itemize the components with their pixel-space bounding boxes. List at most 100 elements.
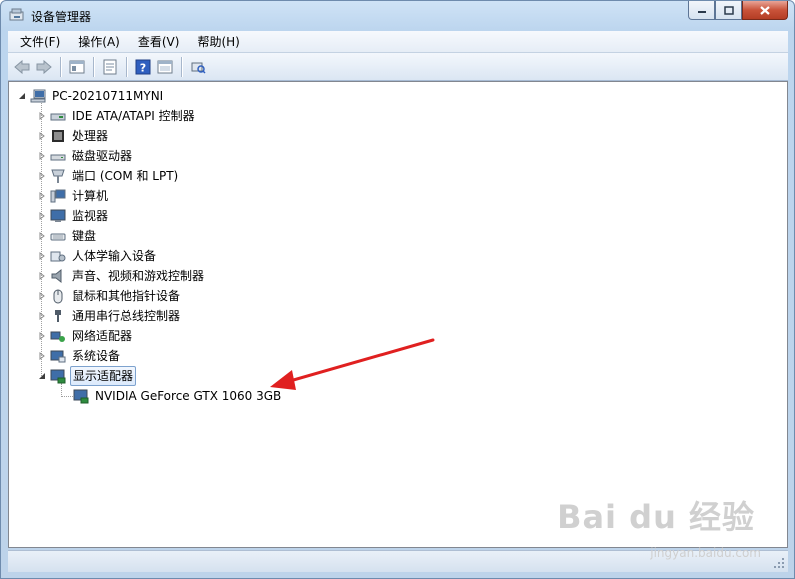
title-bar: 设备管理器 xyxy=(1,1,794,31)
tree-device[interactable]: NVIDIA GeForce GTX 1060 3GB xyxy=(73,386,283,406)
expand-icon[interactable] xyxy=(37,131,47,141)
tree-category[interactable]: IDE ATA/ATAPI 控制器 xyxy=(37,106,197,126)
expand-icon[interactable] xyxy=(37,351,47,361)
expand-icon[interactable] xyxy=(37,151,47,161)
tree-category-label: 鼠标和其他指针设备 xyxy=(72,289,181,303)
menu-bar: 文件(F) 操作(A) 查看(V) 帮助(H) xyxy=(8,31,788,53)
minimize-icon xyxy=(697,11,706,13)
collapse-icon[interactable] xyxy=(17,91,27,101)
tree-category-label: 人体学输入设备 xyxy=(72,249,157,263)
menu-action[interactable]: 操作(A) xyxy=(72,32,126,52)
menu-file[interactable]: 文件(F) xyxy=(14,32,66,52)
hid-icon xyxy=(50,248,66,264)
close-icon xyxy=(760,5,770,15)
tree-category[interactable]: 键盘 xyxy=(37,226,98,246)
tree-category-label: 通用串行总线控制器 xyxy=(72,309,181,323)
disk-drive-icon xyxy=(50,148,66,164)
device-tree: PC-20210711MYNI IDE ATA/ATAPI 控制器 处理器 磁盘… xyxy=(8,81,788,548)
tree-category-label: 计算机 xyxy=(72,189,109,203)
usb-icon xyxy=(50,308,66,324)
sound-icon xyxy=(50,268,66,284)
display-adapter-icon xyxy=(73,388,89,404)
tree-category-label: 系统设备 xyxy=(72,349,121,363)
view-icon xyxy=(157,60,173,73)
expand-icon[interactable] xyxy=(37,191,47,201)
tree-root[interactable]: PC-20210711MYNI xyxy=(17,86,165,106)
tree-category[interactable]: 监视器 xyxy=(37,206,110,226)
minimize-button[interactable] xyxy=(688,1,715,20)
tree-category[interactable]: 处理器 xyxy=(37,126,110,146)
expand-icon[interactable] xyxy=(37,311,47,321)
tree-category[interactable]: 计算机 xyxy=(37,186,110,206)
properties-icon xyxy=(103,59,117,74)
expand-icon[interactable] xyxy=(37,111,47,121)
expand-icon[interactable] xyxy=(37,251,47,261)
tree-device-label: NVIDIA GeForce GTX 1060 3GB xyxy=(95,389,282,403)
show-hide-tree-button[interactable] xyxy=(66,56,88,78)
toolbar-separator xyxy=(181,56,182,77)
device-manager-window: 设备管理器 文件(F) 操作(A) 查看(V) 帮助(H) ? PC-20210… xyxy=(0,0,795,579)
tree-category[interactable]: 系统设备 xyxy=(37,346,122,366)
close-button[interactable] xyxy=(742,1,788,20)
tree-category[interactable]: 声音、视频和游戏控制器 xyxy=(37,266,206,286)
tree-category-label: 处理器 xyxy=(72,129,109,143)
tree-category-label: 磁盘驱动器 xyxy=(72,149,133,163)
tree-category[interactable]: 网络适配器 xyxy=(37,326,134,346)
tree-category-label: 显示适配器 xyxy=(70,366,137,386)
processor-icon xyxy=(50,128,66,144)
expand-icon[interactable] xyxy=(37,291,47,301)
toolbar-separator xyxy=(60,56,61,77)
mouse-icon xyxy=(50,288,66,304)
properties-button[interactable] xyxy=(99,56,121,78)
scan-hardware-icon xyxy=(191,62,206,74)
display-adapter-icon xyxy=(50,368,66,384)
tree-category[interactable]: 端口 (COM 和 LPT) xyxy=(37,166,180,186)
show-hide-tree-icon xyxy=(69,60,85,73)
tree-category[interactable]: 磁盘驱动器 xyxy=(37,146,134,166)
help-icon: ? xyxy=(135,59,151,74)
computer-icon xyxy=(50,188,66,204)
svg-text:?: ? xyxy=(140,61,146,74)
monitor-icon xyxy=(50,208,66,224)
menu-view[interactable]: 查看(V) xyxy=(132,32,186,52)
caption-buttons xyxy=(688,1,788,21)
tree-category-label: 端口 (COM 和 LPT) xyxy=(72,169,179,183)
tree-category-expanded[interactable]: 显示适配器 xyxy=(37,366,137,386)
device-manager-icon xyxy=(9,7,25,23)
ide-controller-icon xyxy=(50,108,66,124)
window-title: 设备管理器 xyxy=(31,10,92,24)
toolbar: ? xyxy=(8,53,788,81)
view-button[interactable] xyxy=(154,56,176,78)
tree-category[interactable]: 鼠标和其他指针设备 xyxy=(37,286,182,306)
keyboard-icon xyxy=(50,228,66,244)
tree-category-label: 声音、视频和游戏控制器 xyxy=(72,269,205,283)
expand-icon[interactable] xyxy=(37,271,47,281)
computer-icon xyxy=(30,88,46,104)
resize-grip-icon[interactable] xyxy=(773,557,785,569)
expand-icon[interactable] xyxy=(37,331,47,341)
tree-category-label: 监视器 xyxy=(72,209,109,223)
scan-hardware-button[interactable] xyxy=(187,56,209,78)
menu-help[interactable]: 帮助(H) xyxy=(191,32,245,52)
tree-category[interactable]: 人体学输入设备 xyxy=(37,246,158,266)
expand-icon[interactable] xyxy=(37,171,47,181)
maximize-button[interactable] xyxy=(715,1,742,20)
toolbar-separator xyxy=(93,56,94,77)
tree-category-label: 网络适配器 xyxy=(72,329,133,343)
status-bar xyxy=(8,550,788,572)
tree-root-label: PC-20210711MYNI xyxy=(52,89,164,103)
expand-icon[interactable] xyxy=(37,231,47,241)
network-adapter-icon xyxy=(50,328,66,344)
tree-category[interactable]: 通用串行总线控制器 xyxy=(37,306,182,326)
help-button[interactable]: ? xyxy=(132,56,154,78)
tree-category-label: IDE ATA/ATAPI 控制器 xyxy=(72,109,195,123)
forward-icon xyxy=(36,59,52,74)
system-device-icon xyxy=(50,348,66,364)
tree-category-label: 键盘 xyxy=(72,229,97,243)
maximize-icon xyxy=(723,5,734,15)
back-button[interactable] xyxy=(11,56,33,78)
collapse-icon[interactable] xyxy=(37,371,47,381)
forward-button[interactable] xyxy=(33,56,55,78)
expand-icon[interactable] xyxy=(37,211,47,221)
back-icon xyxy=(14,59,30,74)
